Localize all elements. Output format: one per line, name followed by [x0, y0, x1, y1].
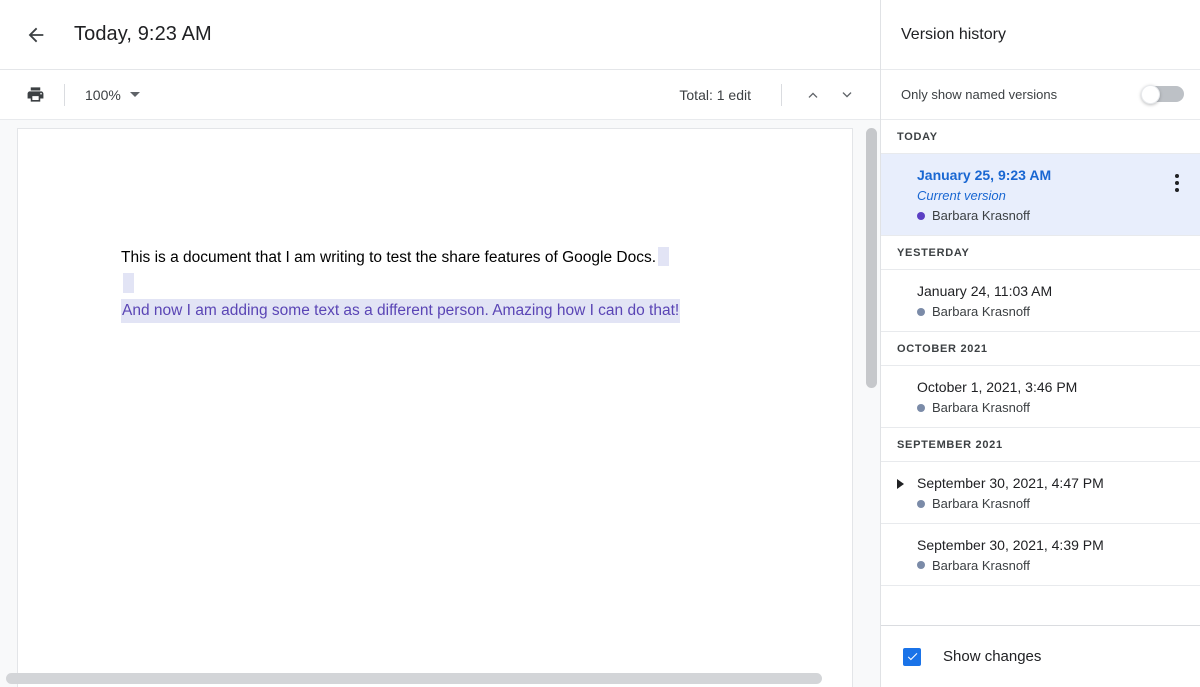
author-color-dot	[917, 499, 925, 508]
horizontal-scrollbar[interactable]	[2, 673, 878, 684]
version-author-name: Barbara Krasnoff	[932, 496, 1031, 512]
document-page: This is a document that I am writing to …	[17, 128, 853, 687]
zoom-level-value: 100%	[85, 86, 121, 103]
version-list: TODAY January 25, 9:23 AM Current version B…	[881, 120, 1200, 625]
next-edit-button[interactable]	[830, 78, 864, 112]
version-section-heading: OCTOBER 2021	[881, 332, 1200, 367]
show-changes-checkbox[interactable]	[903, 647, 921, 666]
version-list-item[interactable]: January 24, 11:03 AM Barbara Krasnoff	[881, 270, 1200, 333]
only-named-versions-toggle[interactable]	[1140, 85, 1184, 104]
author-color-dot	[917, 307, 925, 316]
author-color-dot	[917, 403, 925, 412]
blank-line-change-marker	[123, 273, 134, 293]
version-history-screen: Today, 9:23 AM 100% Total: 1 edit This i…	[0, 0, 1200, 687]
chevron-up-icon	[808, 91, 818, 98]
version-author-name: Barbara Krasnoff	[932, 400, 1031, 416]
version-date: January 24, 11:03 AM	[917, 283, 1053, 300]
version-section-heading: YESTERDAY	[881, 236, 1200, 271]
version-list-item[interactable]: January 25, 9:23 AM Current version Barbar…	[881, 154, 1200, 237]
paragraph-1-text: This is a document that I am writing to …	[121, 249, 657, 266]
total-edits-label: Total: 1 edit	[679, 86, 751, 103]
zoom-selector[interactable]: 100%	[79, 83, 146, 107]
author-color-dot	[917, 561, 925, 570]
page-title: Today, 9:23 AM	[74, 23, 212, 45]
document-paragraph-2: And now I am adding some text as a diffe…	[121, 299, 681, 323]
previous-edit-button[interactable]	[796, 78, 830, 112]
action-bar: 100% Total: 1 edit	[0, 70, 880, 120]
more-vertical-icon[interactable]	[1164, 168, 1190, 198]
document-canvas: This is a document that I am writing to …	[0, 120, 880, 687]
chevron-down-icon	[842, 91, 852, 98]
version-history-footer: Show changes	[881, 625, 1200, 687]
print-icon	[27, 87, 43, 102]
author-color-dot	[917, 211, 925, 220]
version-date: September 30, 2021, 4:39 PM	[917, 537, 1104, 554]
document-body: This is a document that I am writing to …	[18, 129, 852, 323]
only-named-versions-label: Only show named versions	[901, 87, 1058, 102]
current-version-label: Current version	[917, 187, 1006, 203]
triangle-right-icon[interactable]	[897, 479, 904, 490]
version-author-name: Barbara Krasnoff	[932, 208, 1031, 224]
print-button[interactable]	[20, 80, 50, 110]
top-bar: Today, 9:23 AM	[0, 0, 880, 70]
document-paragraph-1: This is a document that I am writing to …	[121, 247, 852, 269]
horizontal-scrollbar-thumb[interactable]	[6, 673, 822, 684]
version-author-row: Barbara Krasnoff	[917, 496, 1184, 511]
version-list-item[interactable]: October 1, 2021, 3:46 PM Barbara Krasnoff	[881, 366, 1200, 429]
document-preview-pane: Today, 9:23 AM 100% Total: 1 edit This i…	[0, 0, 880, 687]
version-author-name: Barbara Krasnoff	[932, 304, 1031, 320]
document-paragraph-2-wrap: And now I am adding some text as a diffe…	[121, 299, 852, 323]
trailing-change-marker	[658, 247, 670, 266]
toolbar-divider	[64, 83, 65, 106]
version-date: January 25, 9:23 AM	[917, 167, 1052, 183]
vertical-scrollbar-thumb[interactable]	[866, 128, 877, 388]
version-date: October 1, 2021, 3:46 PM	[917, 379, 1078, 396]
version-history-pane: Version history Only show named versions…	[880, 0, 1200, 687]
version-author-name: Barbara Krasnoff	[932, 557, 1031, 573]
version-author-row: Barbara Krasnoff	[917, 304, 1184, 319]
chevron-down-icon	[129, 92, 140, 97]
toggle-knob	[1141, 85, 1160, 104]
version-author-row: Barbara Krasnoff	[917, 208, 1184, 223]
back-button[interactable]	[16, 15, 56, 55]
version-history-header: Version history	[881, 0, 1200, 70]
arrow-left-icon	[28, 27, 44, 42]
only-named-versions-row: Only show named versions	[881, 70, 1200, 120]
version-date: September 30, 2021, 4:47 PM	[917, 475, 1104, 492]
toolbar-divider-2	[781, 83, 782, 106]
version-section-heading: TODAY	[881, 120, 1200, 154]
version-author-row: Barbara Krasnoff	[917, 558, 1184, 573]
checkmark-icon	[907, 653, 917, 661]
version-author-row: Barbara Krasnoff	[917, 400, 1184, 415]
show-changes-label: Show changes	[943, 648, 1042, 665]
vertical-scrollbar[interactable]	[866, 122, 877, 678]
version-list-item[interactable]: September 30, 2021, 4:47 PM Barbara Krasn…	[881, 462, 1200, 525]
version-history-title: Version history	[901, 25, 1006, 43]
version-section-heading: SEPTEMBER 2021	[881, 428, 1200, 463]
version-list-item[interactable]: September 30, 2021, 4:39 PM Barbara Krasn…	[881, 524, 1200, 586]
